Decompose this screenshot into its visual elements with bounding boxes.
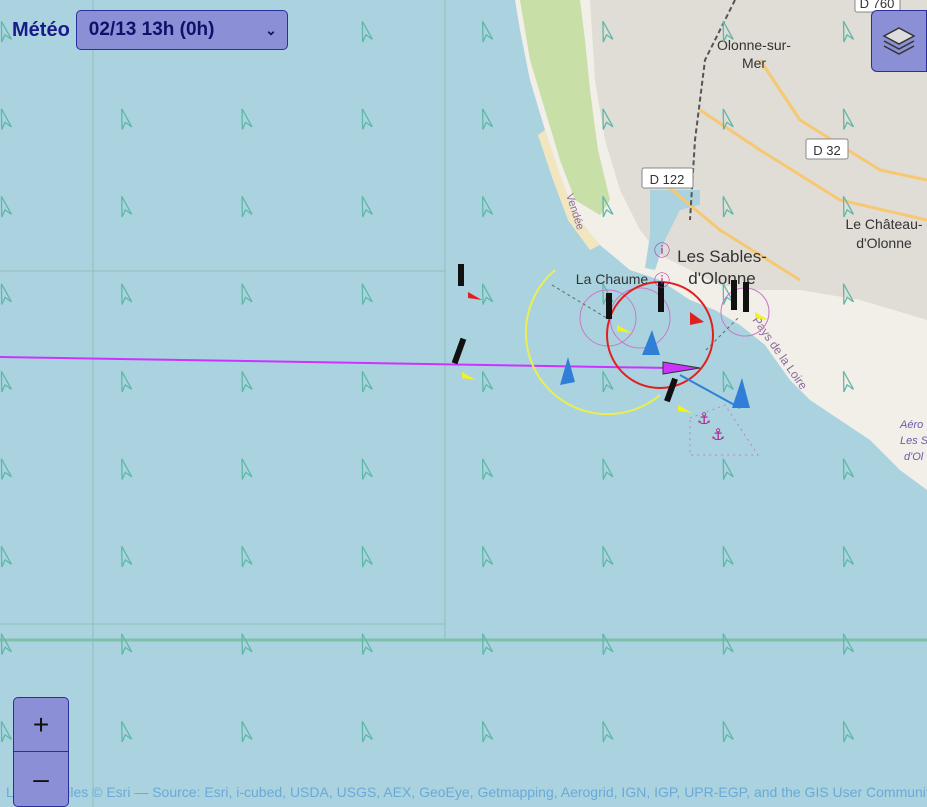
svg-text:ⓘ: ⓘ (654, 241, 670, 260)
chevron-down-icon: ⌄ (265, 21, 277, 38)
map-attribution: Leaflet | Tiles © Esri — Source: Esri, i… (6, 784, 927, 800)
map-canvas[interactable]: D 760 D 32 D 122 Olonne-sur- Mer Les Sab… (0, 0, 927, 807)
meteo-label: Météo (12, 18, 70, 41)
svg-text:D 122: D 122 (650, 172, 685, 187)
zoom-out-button[interactable]: – (13, 752, 69, 807)
svg-text:D 32: D 32 (813, 143, 840, 158)
road-shield-d32: D 32 (805, 138, 849, 160)
svg-text:⚓: ⚓ (711, 425, 725, 444)
layers-icon (882, 27, 916, 55)
place-label-olonne: Olonne-sur- (717, 37, 791, 53)
zoom-control: + – (13, 697, 69, 807)
place-label-aero-2: Les S (900, 435, 927, 447)
place-label-chateau-2: d'Olonne (856, 235, 912, 251)
place-label-chaume: La Chaume (576, 271, 649, 287)
place-label-olonne-2: Mer (742, 55, 766, 71)
layers-button[interactable] (871, 10, 927, 72)
road-shield-d122: D 122 (641, 167, 694, 189)
place-label-aero: Aéro (899, 419, 923, 431)
svg-text:ⓘ: ⓘ (654, 271, 670, 290)
place-label-aero-3: d'Ol (904, 451, 924, 463)
meteo-control: Météo 02/13 13h (0h) ⌄ (12, 10, 288, 50)
place-label-sables: Les Sables- (677, 247, 767, 266)
forecast-time-value: 02/13 13h (0h) (88, 19, 215, 40)
zoom-in-button[interactable]: + (13, 697, 69, 752)
svg-text:⚓: ⚓ (697, 409, 711, 428)
forecast-time-select[interactable]: 02/13 13h (0h) ⌄ (75, 10, 288, 50)
place-label-chateau: Le Château- (845, 216, 922, 232)
